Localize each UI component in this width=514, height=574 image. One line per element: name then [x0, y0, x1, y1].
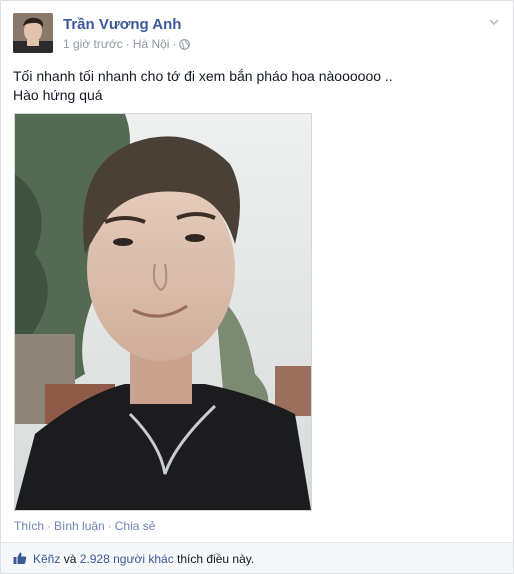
post-text-line: Hào hứng quá	[13, 87, 103, 103]
action-separator: ·	[107, 519, 112, 533]
comment-action[interactable]: Bình luận	[54, 519, 105, 533]
author-name[interactable]: Trần Vương Anh	[63, 16, 181, 33]
action-separator: ·	[47, 519, 52, 533]
likes-suffix: thích điều này.	[177, 552, 255, 566]
post-actions: Thích · Bình luận · Chia sẻ	[14, 519, 155, 533]
like-thumb-icon	[13, 551, 27, 565]
chevron-down-icon[interactable]	[487, 15, 501, 29]
other-likers-link[interactable]: 2.928 người khác	[80, 552, 174, 566]
meta-separator: ·	[125, 37, 130, 51]
like-action[interactable]: Thích	[14, 519, 44, 533]
author-avatar[interactable]	[13, 13, 53, 53]
liker-name[interactable]: Kẽñz	[33, 552, 60, 566]
likes-conjunction: và	[63, 552, 77, 566]
post-card: Trần Vương Anh 1 giờ trước · Hà Nội · Tối n…	[0, 0, 514, 574]
post-text: Tối nhanh tối nhanh cho tớ đi xem bắn ph…	[13, 67, 501, 105]
post-timestamp[interactable]: 1 giờ trước	[63, 37, 123, 51]
share-action[interactable]: Chia sẻ	[115, 519, 156, 533]
post-location[interactable]: Hà Nội	[133, 37, 170, 51]
likes-summary: Kẽñz và 2.928 người khác thích điều này.	[1, 542, 513, 573]
post-header: Trần Vương Anh 1 giờ trước · Hà Nội ·	[13, 13, 501, 57]
likes-text: Kẽñz và 2.928 người khác thích điều này.	[33, 552, 254, 566]
post-text-line: Tối nhanh tối nhanh cho tớ đi xem bắn ph…	[13, 68, 393, 84]
post-meta: 1 giờ trước · Hà Nội ·	[63, 37, 191, 53]
meta-separator: ·	[172, 37, 177, 51]
post-photo[interactable]	[14, 113, 312, 511]
globe-icon[interactable]	[179, 39, 191, 53]
